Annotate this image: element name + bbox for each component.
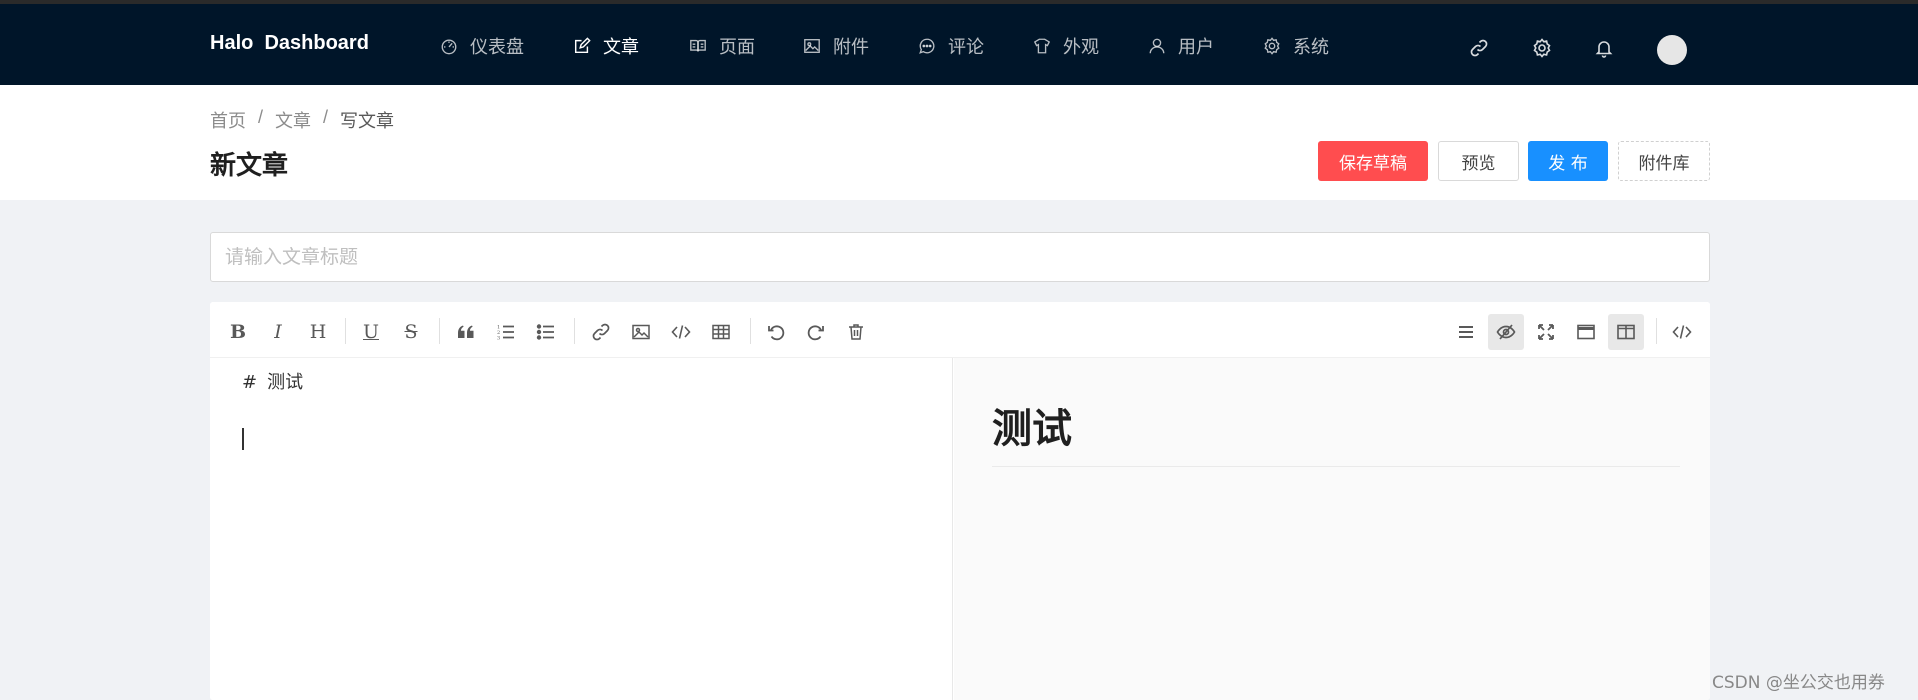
text-cursor [242,428,244,450]
quote-icon[interactable] [448,314,484,350]
markdown-preview-pane: 测试 [954,358,1710,700]
editor-toolbar: B I H U S 123 [210,302,1710,358]
heading-icon[interactable]: H [300,314,336,350]
italic-icon[interactable]: I [260,314,296,350]
ordered-list-icon[interactable]: 123 [488,314,524,350]
breadcrumb-home[interactable]: 首页 [210,107,246,133]
fullscreen-icon[interactable] [1528,314,1564,350]
csdn-watermark: CSDN @坐公交也用券 [1712,673,1885,693]
user-icon [1149,38,1165,54]
brand-logo[interactable]: Halo Dashboard [210,32,369,55]
book-icon [690,39,706,52]
markdown-editor: B I H U S 123 # 测试 测试 [210,302,1710,700]
nav-item-system[interactable]: 系统 [1263,33,1329,59]
toolbar-divider [750,318,751,344]
save-draft-button[interactable]: 保存草稿 [1318,141,1428,181]
bell-icon[interactable] [1594,38,1614,58]
nav-item-comments[interactable]: 评论 [918,33,984,59]
breadcrumb-separator: / [258,107,264,127]
breadcrumb: 首页 / 文章 / 写文章 [210,107,394,133]
nav-label: 页面 [719,37,755,57]
attachment-library-button[interactable]: 附件库 [1618,141,1710,181]
dashboard-icon [441,39,457,55]
toolbar-divider [439,318,440,344]
nav-item-attachments[interactable]: 附件 [803,33,869,59]
subfield-icon[interactable] [1608,314,1644,350]
nav-label: 文章 [603,37,639,57]
nav-item-posts[interactable]: 文章 [573,33,639,59]
toolbar-divider [1656,318,1657,344]
undo-icon[interactable] [758,314,794,350]
edit-icon [574,37,591,54]
publish-button[interactable]: 发 布 [1528,141,1608,181]
svg-text:3: 3 [497,336,500,342]
link-icon[interactable] [583,314,619,350]
html-code-icon[interactable] [1664,314,1700,350]
markdown-heading-marker: # [242,372,258,393]
breadcrumb-current: 写文章 [340,111,395,131]
navigation-icon[interactable] [1448,314,1484,350]
preview-toggle-icon[interactable] [1488,314,1524,350]
preview-heading: 测试 [992,396,1680,467]
picture-icon [804,39,820,53]
nav-label: 外观 [1063,37,1099,57]
skin-icon [1033,38,1051,54]
gear-icon[interactable] [1532,38,1552,58]
code-icon[interactable] [663,314,699,350]
image-icon[interactable] [623,314,659,350]
nav-label: 评论 [948,37,984,57]
breadcrumb-posts[interactable]: 文章 [275,107,311,133]
top-navbar: Halo Dashboard 仪表盘 文章 页面 附件 评论 外观 用户 系统 [0,4,1918,85]
nav-label: 附件 [833,37,869,57]
nav-label: 仪表盘 [470,37,524,57]
redo-icon[interactable] [798,314,834,350]
preview-button[interactable]: 预览 [1438,141,1519,181]
setting-icon [1264,37,1280,55]
toolbar-divider [574,318,575,344]
nav-label: 用户 [1178,37,1214,57]
post-title-input[interactable] [210,232,1710,282]
unordered-list-icon[interactable] [528,314,564,350]
nav-item-appearance[interactable]: 外观 [1033,33,1099,59]
markdown-line: # 测试 [242,368,303,394]
message-icon [919,38,935,54]
bold-icon[interactable]: B [220,314,256,350]
window-icon[interactable] [1568,314,1604,350]
trash-icon[interactable] [838,314,874,350]
page-title: 新文章 [210,150,289,180]
breadcrumb-separator: / [323,107,329,127]
table-icon[interactable] [703,314,739,350]
markdown-edit-pane[interactable]: # 测试 [210,358,953,700]
underline-icon[interactable]: U [353,314,389,350]
strikethrough-icon[interactable]: S [393,314,429,350]
nav-item-dashboard[interactable]: 仪表盘 [440,33,524,59]
link-icon[interactable] [1469,38,1489,58]
avatar[interactable] [1657,35,1687,65]
nav-item-pages[interactable]: 页面 [689,33,755,59]
toolbar-divider [345,318,346,344]
page-header: 首页 / 文章 / 写文章 新文章 保存草稿 预览 发 布 附件库 [0,85,1918,200]
nav-item-users[interactable]: 用户 [1148,33,1214,59]
markdown-heading-text: 测试 [267,372,304,393]
nav-label: 系统 [1293,37,1329,57]
